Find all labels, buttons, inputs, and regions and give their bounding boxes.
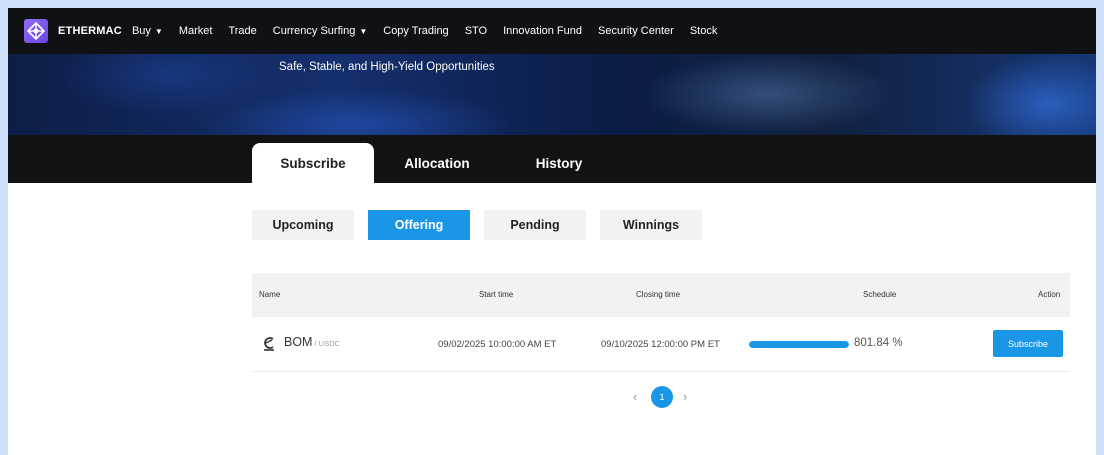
nav-item-label: Copy Trading [383,25,449,37]
start-time-value: 09/02/2025 10:00:00 AM ET [438,339,557,350]
pair-base: BOM [284,335,313,349]
pair-name[interactable]: BOM / USDC [284,335,340,349]
nav-item-innovation-fund[interactable]: Innovation Fund [503,25,582,37]
nav-item-sto[interactable]: STO [465,25,487,37]
closing-time-value: 09/10/2025 12:00:00 PM ET [601,339,720,350]
caret-down-icon: ▼ [359,26,368,36]
nav-item-copy-trading[interactable]: Copy Trading [383,25,448,37]
caret-down-icon: ▼ [154,26,163,36]
header-action: Action [1038,290,1061,299]
pair-quote: / USDC [314,339,340,348]
nav-item-label: Currency Surfing [272,25,356,37]
hero-banner: Safe, Stable, and High-Yield Opportuniti… [8,54,1096,135]
ethermac-logo-icon[interactable] [24,19,48,43]
nav-item-stock[interactable]: Stock [690,25,718,37]
schedule-progress-fill [749,341,849,348]
table-row: BOM / USDC 09/02/2025 10:00:00 AM ET 09/1… [252,317,1070,372]
next-page-icon[interactable]: › [683,389,687,404]
schedule-percent: 801.84 % [854,337,903,349]
brand-name[interactable]: ETHERMAC [58,25,122,37]
subtab-winnings[interactable]: Winnings [600,210,702,240]
nav-item-label: Stock [689,25,718,37]
nav-item-market[interactable]: Market [179,25,213,37]
nav-item-buy[interactable]: Buy ▼ [132,25,163,37]
tab-history[interactable]: History [498,143,620,183]
nav-item-label: Trade [228,25,257,37]
banner-tagline: Safe, Stable, and High-Yield Opportuniti… [279,61,495,73]
bom-coin-icon [264,337,274,351]
top-nav: ETHERMAC Buy ▼ Market Trade Currency Sur… [8,8,1096,54]
nav-item-label: Market [178,25,213,37]
tab-subscribe[interactable]: Subscribe [252,143,374,183]
main-tab-bar: Subscribe Allocation History [8,135,1096,183]
subtab-pending[interactable]: Pending [484,210,586,240]
prev-page-icon[interactable]: ‹ [633,389,637,404]
tab-allocation[interactable]: Allocation [376,143,498,183]
nav-item-trade[interactable]: Trade [228,25,256,37]
page-number-current[interactable]: 1 [651,386,673,408]
app-frame: ETHERMAC Buy ▼ Market Trade Currency Sur… [8,8,1096,455]
nav-item-label: STO [464,25,488,37]
subtab-offering[interactable]: Offering [368,210,470,240]
table-header: Name Start time Closing time Schedule Ac… [252,273,1070,317]
nav-item-label: Buy [131,25,151,37]
nav-item-security-center[interactable]: Security Center [598,25,674,37]
schedule-progress-bar [749,341,849,348]
header-closing-time: Closing time [636,290,681,299]
subscribe-button[interactable]: Subscribe [993,330,1063,357]
nav-item-label: Security Center [598,25,674,37]
header-name: Name [259,290,281,299]
nav-item-currency-surfing[interactable]: Currency Surfing ▼ [273,25,367,37]
nav-item-label: Innovation Fund [503,25,582,37]
header-start-time: Start time [479,290,514,299]
logo-glyph [27,22,45,40]
header-schedule: Schedule [863,290,897,299]
subtab-upcoming[interactable]: Upcoming [252,210,354,240]
